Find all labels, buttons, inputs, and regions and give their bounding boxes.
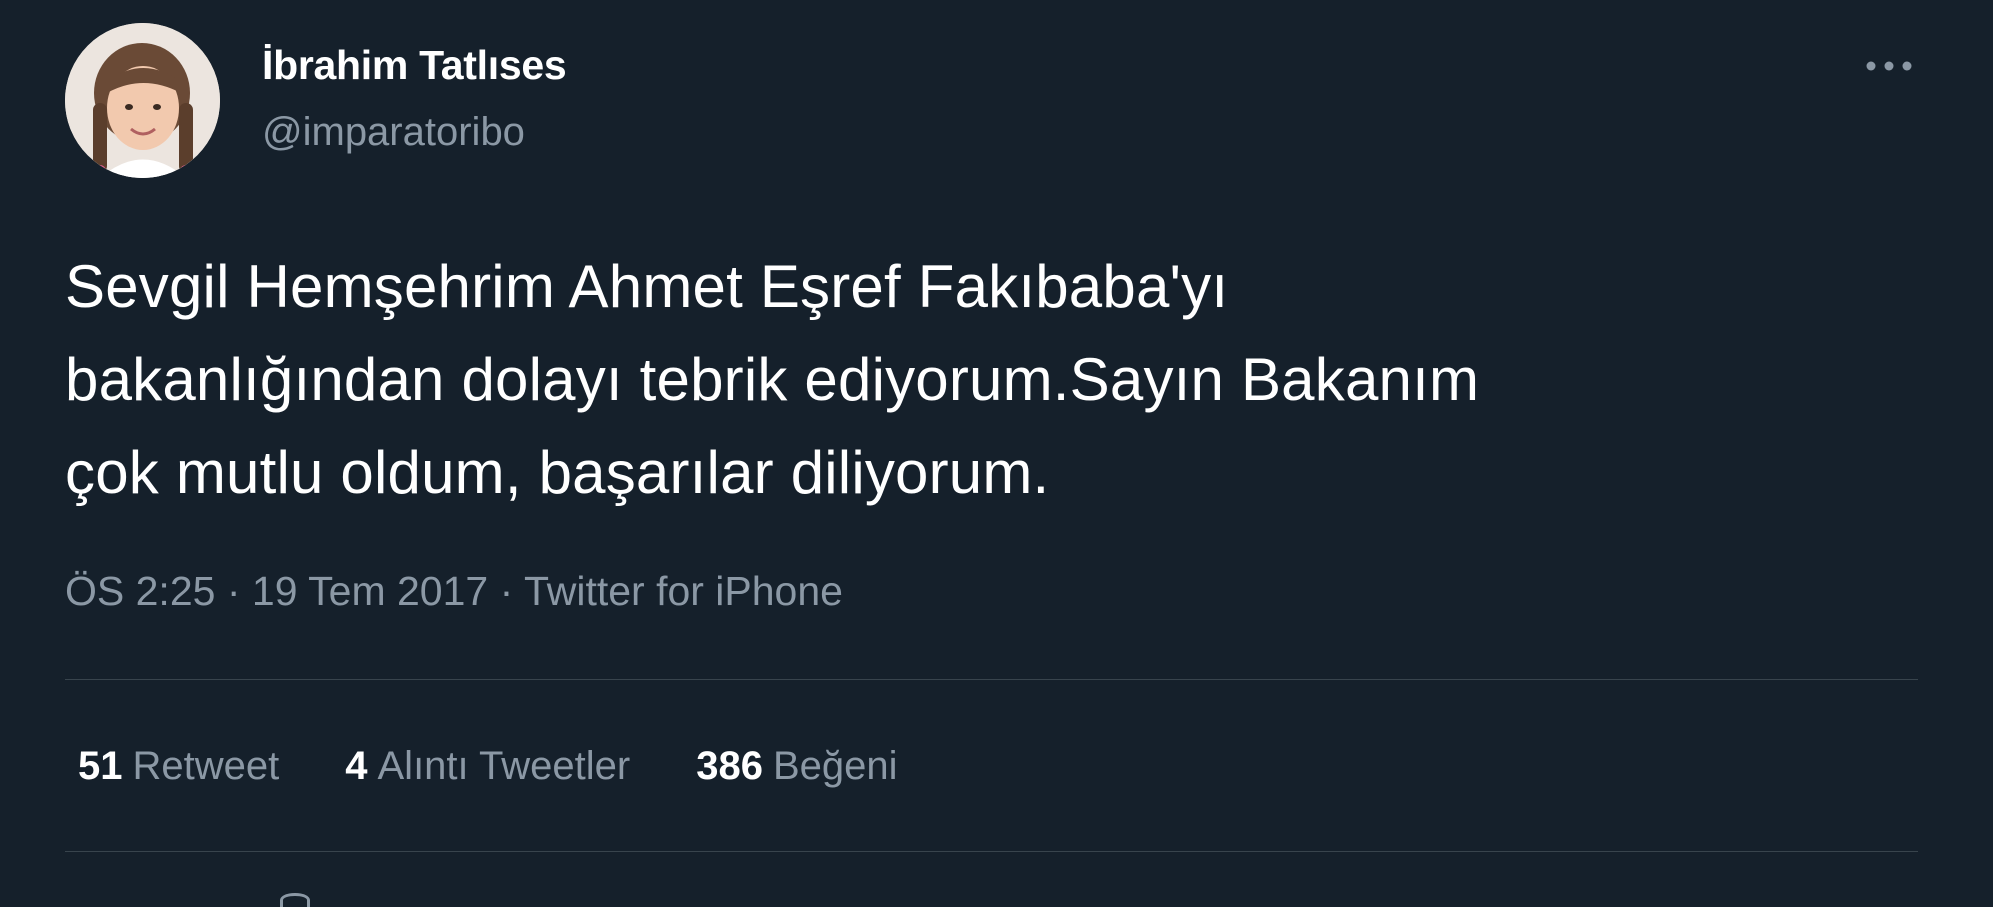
- reply-icon[interactable]: [280, 893, 310, 907]
- tweet-date[interactable]: 19 Tem 2017: [252, 568, 488, 614]
- like-count: 386: [696, 744, 763, 788]
- retweet-count-link[interactable]: 51 Retweet: [78, 744, 279, 789]
- quote-count-link[interactable]: 4 Alıntı Tweetler: [345, 744, 630, 789]
- meta-separator: ·: [226, 568, 241, 614]
- retweet-label: Retweet: [132, 744, 280, 788]
- like-count-link[interactable]: 386 Beğeni: [696, 744, 897, 789]
- retweet-count: 51: [78, 744, 123, 788]
- author-avatar[interactable]: [65, 23, 220, 178]
- tweet-meta: ÖS 2:25 · 19 Tem 2017 · Twitter for iPho…: [65, 568, 843, 615]
- quote-count: 4: [345, 744, 368, 788]
- divider: [65, 679, 1918, 680]
- like-label: Beğeni: [772, 744, 898, 788]
- author-handle[interactable]: @imparatoribo: [262, 110, 525, 155]
- author-name[interactable]: İbrahim Tatlıses: [262, 42, 567, 89]
- tweet-text: Sevgil Hemşehrim Ahmet Eşref Fakıbaba'yı…: [65, 253, 1480, 506]
- tweet-stats: 51 Retweet 4 Alıntı Tweetler 386 Beğeni: [78, 744, 964, 789]
- more-options-button[interactable]: [1856, 46, 1922, 86]
- avatar-photo-icon: [65, 23, 220, 178]
- tweet-source[interactable]: Twitter for iPhone: [524, 568, 843, 614]
- more-horizontal-icon: [1866, 61, 1912, 71]
- quote-label: Alıntı Tweetler: [377, 744, 631, 788]
- tweet-time[interactable]: ÖS 2:25: [65, 568, 215, 614]
- meta-separator: ·: [499, 568, 514, 614]
- divider: [65, 851, 1918, 852]
- tweet-card: İbrahim Tatlıses @imparatoribo Sevgil He…: [0, 0, 1993, 907]
